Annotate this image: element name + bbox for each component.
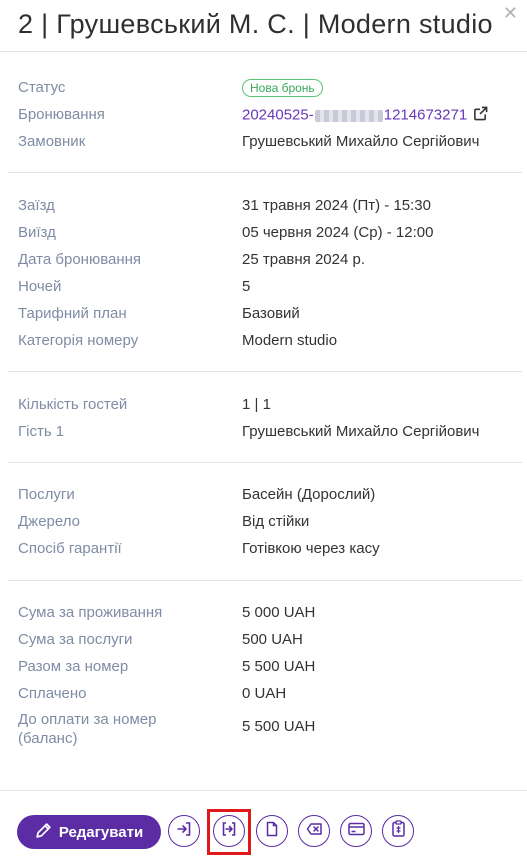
pencil-icon	[35, 822, 52, 843]
services-value: Басейн (Дорослий)	[242, 486, 376, 503]
checkout-row: Виїзд 05 червня 2024 (Ср) - 12:00	[0, 220, 527, 247]
accommodation-sum-row: Сума за проживання 5 000 UAH	[0, 600, 527, 627]
footer-divider	[0, 790, 527, 791]
divider	[8, 462, 522, 463]
source-value: Від стійки	[242, 513, 310, 530]
balance-due-value: 5 500 UAH	[242, 718, 316, 735]
close-icon[interactable]: ✕	[503, 4, 518, 22]
check-in-button[interactable]	[168, 815, 200, 847]
external-link-icon[interactable]	[473, 106, 488, 125]
payment-button[interactable]	[340, 815, 372, 847]
guest-count-value: 1 | 1	[242, 396, 271, 413]
card-icon	[347, 822, 365, 841]
checkin-row: Заїзд 31 травня 2024 (Пт) - 15:30	[0, 193, 527, 220]
guarantee-label: Спосіб гарантії	[18, 540, 122, 557]
rate-plan-value: Базовий	[242, 305, 300, 322]
header: 2 | Грушевський М. С. | Modern studio ✕	[0, 0, 527, 52]
services-sum-value: 500 UAH	[242, 631, 303, 648]
total-row: Разом за номер 5 500 UAH	[0, 654, 527, 681]
balance-due-label-line1: До оплати за номер	[18, 711, 157, 728]
divider	[8, 580, 522, 581]
highlight-box	[207, 809, 251, 855]
booking-prefix: 20240525-	[242, 106, 314, 124]
customer-label: Замовник	[18, 133, 86, 150]
checkin-value: 31 травня 2024 (Пт) - 15:30	[242, 197, 431, 214]
balance-due-label-line2: (баланс)	[18, 730, 78, 747]
services-row: Послуги Басейн (Дорослий)	[0, 482, 527, 509]
accommodation-sum-value: 5 000 UAH	[242, 604, 316, 621]
clipboard-button[interactable]	[382, 815, 414, 847]
customer-value: Грушевський Михайло Сергійович	[242, 133, 480, 150]
page-title: 2 | Грушевський М. С. | Modern studio	[18, 9, 493, 39]
checkout-label: Виїзд	[18, 224, 56, 241]
services-label: Послуги	[18, 486, 75, 503]
guest-count-row: Кількість гостей 1 | 1	[0, 392, 527, 419]
booking-row: Бронювання 20240525- 1214673271	[0, 102, 527, 129]
edit-button[interactable]: Редагувати	[17, 815, 161, 849]
guest-label: Гість 1	[18, 423, 65, 440]
blurred-area	[314, 109, 383, 122]
edit-button-label: Редагувати	[58, 823, 144, 841]
status-value: Нова бронь	[242, 79, 323, 97]
accommodation-sum-label: Сума за проживання	[18, 604, 163, 621]
nights-value: 5	[242, 278, 251, 295]
clipboard-icon	[391, 820, 406, 842]
document-button[interactable]	[256, 815, 288, 847]
status-label: Статус	[18, 79, 66, 96]
status-badge: Нова бронь	[242, 79, 323, 97]
divider	[8, 172, 522, 173]
total-value: 5 500 UAH	[242, 658, 316, 675]
booking-date-value: 25 травня 2024 р.	[242, 251, 365, 268]
guest-value: Грушевський Михайло Сергійович	[242, 423, 480, 440]
rate-plan-row: Тарифний план Базовий	[0, 301, 527, 328]
booking-date-label: Дата бронювання	[18, 251, 142, 268]
check-in-icon	[176, 821, 192, 842]
cancel-icon	[306, 821, 323, 842]
services-sum-row: Сума за послуги 500 UAH	[0, 627, 527, 654]
guarantee-row: Спосіб гарантії Готівкою через касу	[0, 536, 527, 563]
checkout-value: 05 червня 2024 (Ср) - 12:00	[242, 224, 434, 241]
paid-label: Сплачено	[18, 685, 87, 702]
guest-count-label: Кількість гостей	[18, 396, 128, 413]
services-sum-label: Сума за послуги	[18, 631, 133, 648]
room-category-label: Категорія номеру	[18, 332, 139, 349]
customer-row: Замовник Грушевський Михайло Сергійович	[0, 129, 527, 156]
document-icon	[264, 821, 280, 842]
booking-suffix: 1214673271	[383, 106, 468, 124]
nights-label: Ночей	[18, 278, 62, 295]
rate-plan-label: Тарифний план	[18, 305, 127, 322]
guest-row: Гість 1 Грушевський Михайло Сергійович	[0, 419, 527, 446]
source-row: Джерело Від стійки	[0, 509, 527, 536]
paid-row: Сплачено 0 UAH	[0, 681, 527, 708]
status-row: Статус Нова бронь	[0, 75, 527, 102]
booking-date-row: Дата бронювання 25 травня 2024 р.	[0, 247, 527, 274]
guarantee-value: Готівкою через касу	[242, 540, 380, 557]
paid-value: 0 UAH	[242, 685, 287, 702]
nights-row: Ночей 5	[0, 274, 527, 301]
room-category-value: Modern studio	[242, 332, 338, 349]
cancel-booking-button[interactable]	[298, 815, 330, 847]
checkin-label: Заїзд	[18, 197, 55, 214]
booking-number-link[interactable]: 20240525- 1214673271	[242, 106, 488, 125]
balance-due-label: До оплати за номер (баланс)	[18, 710, 157, 748]
balance-due-row: До оплати за номер (баланс) 5 500 UAH	[0, 711, 527, 752]
room-category-row: Категорія номеру Modern studio	[0, 328, 527, 355]
total-label: Разом за номер	[18, 658, 129, 675]
booking-label: Бронювання	[18, 106, 105, 123]
divider	[8, 371, 522, 372]
source-label: Джерело	[18, 513, 80, 530]
